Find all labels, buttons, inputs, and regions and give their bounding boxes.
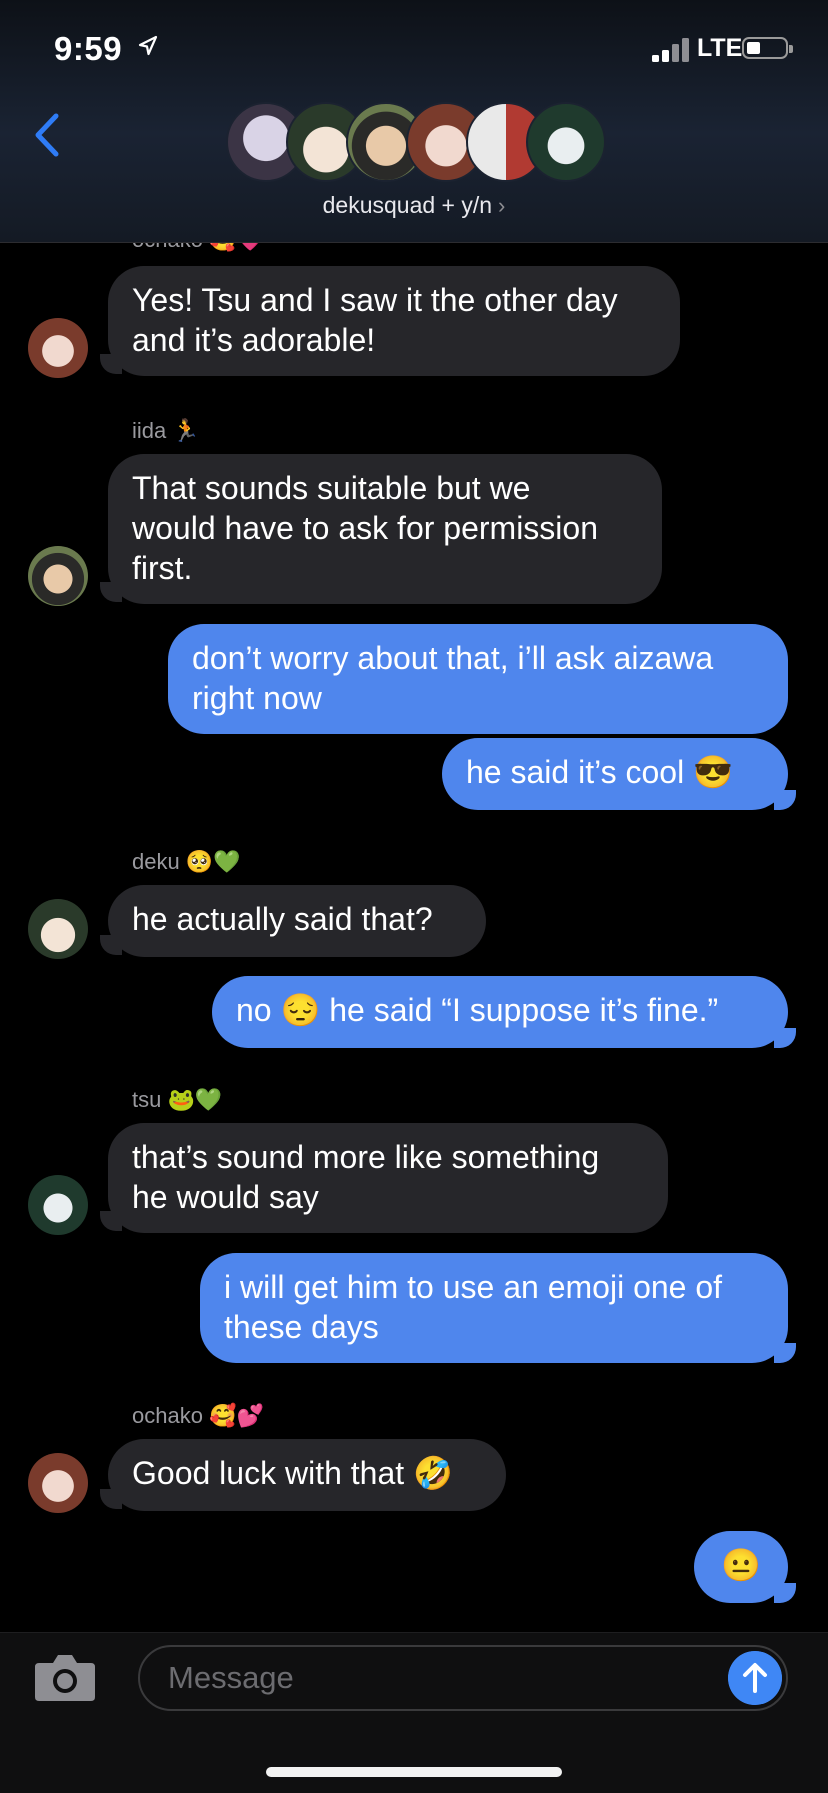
avatar [28,318,88,378]
incoming-bubble[interactable]: that’s sound more like something he woul… [108,1123,668,1233]
outgoing-bubble[interactable]: no 😔 he said “I suppose it’s fine.” [212,976,788,1048]
status-time: 9:59 [54,30,123,67]
message-placeholder: Message [168,1660,294,1695]
group-avatars[interactable] [226,102,606,184]
outgoing-bubble[interactable]: i will get him to use an emoji one of th… [200,1253,788,1363]
group-name[interactable]: dekusquad + y/n › [0,192,828,219]
bubble-tail [774,1343,796,1363]
network-type: LTE [697,34,743,62]
bubble-tail [100,354,122,374]
chevron-right-icon: › [498,193,506,218]
message-list[interactable]: ochako 🥰💗 Yes! Tsu and I saw it the othe… [0,243,828,1631]
home-indicator[interactable] [266,1767,562,1777]
sender-label: deku 🥺💚 [132,849,241,874]
incoming-bubble[interactable]: That sounds suitable but we would have t… [108,454,662,604]
composer-bar: Message [0,1632,828,1793]
avatar [28,546,88,606]
outgoing-bubble[interactable]: don’t worry about that, i’ll ask aizawa … [168,624,788,734]
bubble-tail [774,790,796,810]
avatar [28,899,88,959]
avatar [28,1453,88,1513]
avatar [28,1175,88,1235]
sender-label: ochako 🥰💗 [132,243,264,253]
avatar [526,102,606,182]
bubble-tail [100,935,122,955]
sender-label: tsu 🐸💚 [132,1087,223,1112]
message-input[interactable]: Message [138,1645,788,1711]
status-bar: 9:59 LTE [0,0,828,100]
signal-icon [652,36,692,62]
back-chevron-icon[interactable] [30,112,64,158]
bubble-tail [774,1028,796,1048]
sender-label: iida 🏃 [132,418,200,443]
location-arrow-icon [138,35,158,56]
send-arrow-icon[interactable] [728,1651,782,1705]
bubble-tail [100,1489,122,1509]
incoming-bubble[interactable]: he actually said that? [108,885,486,957]
bubble-tail [100,1211,122,1231]
outgoing-bubble[interactable]: he said it’s cool 😎 [442,738,788,810]
battery-icon [742,37,793,59]
camera-icon[interactable] [33,1651,97,1703]
incoming-bubble[interactable]: Good luck with that 🤣 [108,1439,506,1511]
bubble-tail [774,1583,796,1603]
sender-label: ochako 🥰💕 [132,1403,264,1428]
incoming-bubble[interactable]: Yes! Tsu and I saw it the other day and … [108,266,680,376]
bubble-tail [100,582,122,602]
